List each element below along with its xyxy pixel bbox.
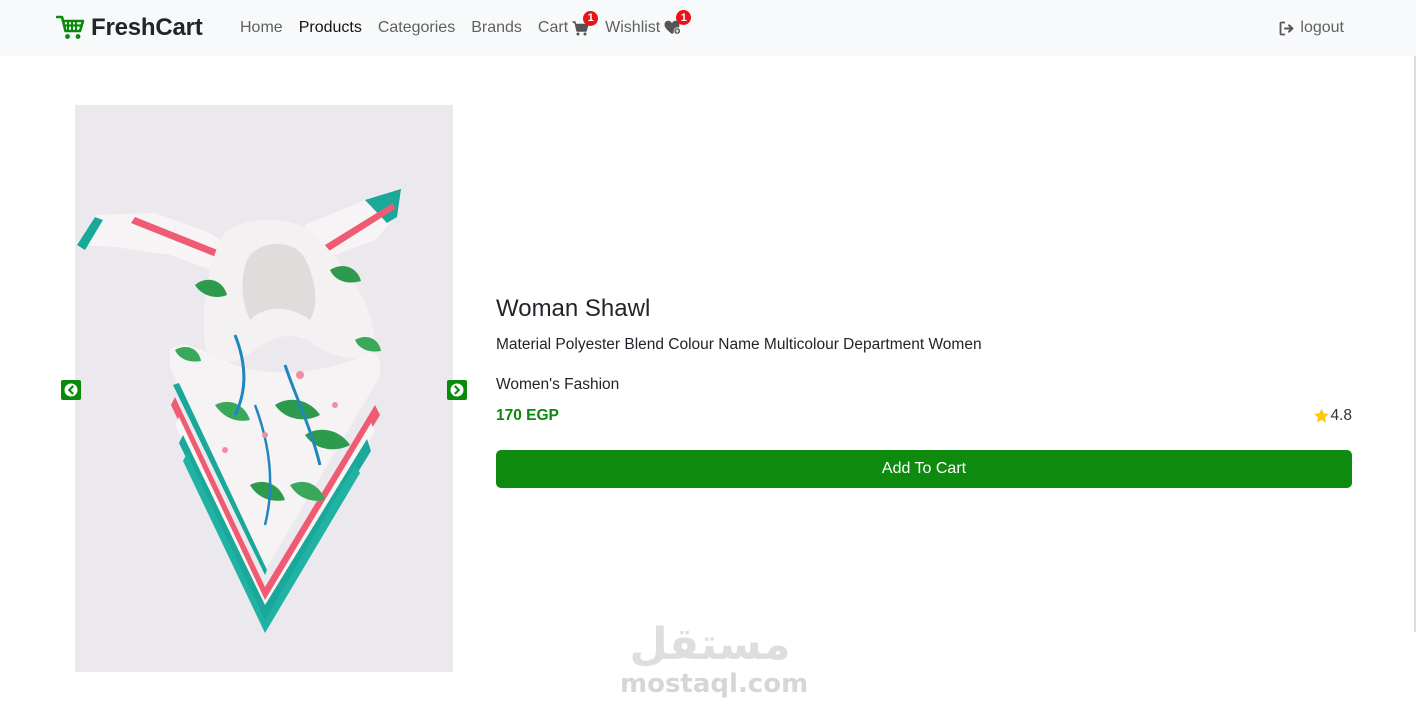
nav-products[interactable]: Products xyxy=(299,19,362,37)
navbar: FreshCart Home Products Categories Brand… xyxy=(0,0,1416,56)
product-rating: 4.8 xyxy=(1313,407,1352,425)
nav-cart-label: Cart xyxy=(537,19,569,36)
product-image xyxy=(75,105,453,672)
brand-name: FreshCart xyxy=(91,14,203,41)
product-category: Women's Fashion xyxy=(496,376,620,393)
watermark-arabic: مستقل xyxy=(629,619,791,670)
product-details: Woman Shawl Material Polyester Blend Col… xyxy=(496,290,1352,488)
brand-logo-link[interactable]: FreshCart xyxy=(56,12,203,44)
logout-label: logout xyxy=(1300,19,1344,36)
cart-count-badge: 1 xyxy=(583,10,599,26)
carousel-next-button[interactable] xyxy=(447,380,467,400)
chevron-left-icon xyxy=(64,383,78,397)
nav-cart[interactable]: Cart 1 xyxy=(537,10,599,37)
shopping-cart-logo-icon xyxy=(56,15,85,39)
sign-out-icon xyxy=(1280,21,1294,35)
cart-icon-wrap: 1 xyxy=(572,10,599,36)
add-to-cart-button[interactable]: Add To Cart xyxy=(496,450,1352,488)
rating-value: 4.8 xyxy=(1330,407,1352,424)
product-price: 170 EGP xyxy=(496,407,559,424)
nav-categories[interactable]: Categories xyxy=(378,19,455,37)
shawl-image xyxy=(75,105,453,672)
carousel-prev-button[interactable] xyxy=(61,380,81,400)
product-description: Material Polyester Blend Colour Name Mul… xyxy=(496,336,982,353)
wishlist-icon-wrap: 1 xyxy=(664,10,692,36)
wishlist-count-badge: 1 xyxy=(676,10,692,25)
nav-wishlist[interactable]: Wishlist 1 xyxy=(605,10,692,37)
product-title: Woman Shawl xyxy=(496,295,651,322)
mostaql-watermark: مستقل mostaql.com xyxy=(620,619,809,710)
nav-brands[interactable]: Brands xyxy=(471,19,522,37)
nav-wishlist-label: Wishlist xyxy=(605,19,661,36)
chevron-right-icon xyxy=(450,383,464,397)
price-row: 170 EGP 4.8 xyxy=(496,405,1352,427)
star-icon xyxy=(1314,408,1330,423)
watermark-latin: mostaql.com xyxy=(620,669,809,699)
main-nav: Home Products Categories Brands Cart 1 W… xyxy=(240,0,698,56)
nav-home[interactable]: Home xyxy=(240,19,283,37)
logout-link[interactable]: logout xyxy=(1279,0,1344,56)
